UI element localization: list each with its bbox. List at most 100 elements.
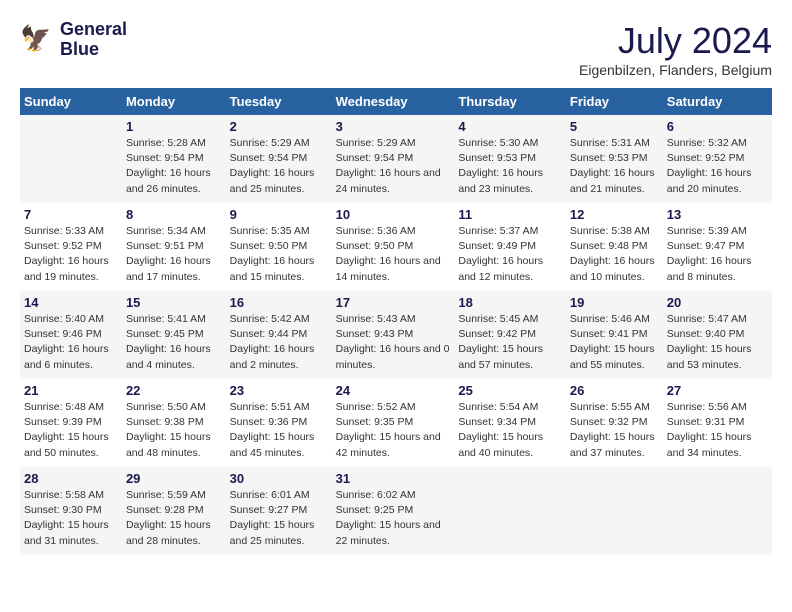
day-info: Sunrise: 5:46 AM Sunset: 9:41 PM Dayligh… <box>570 312 659 373</box>
calendar-cell <box>566 467 663 555</box>
day-number: 25 <box>458 383 562 398</box>
weekday-header-wednesday: Wednesday <box>332 88 455 115</box>
day-info: Sunrise: 5:47 AM Sunset: 9:40 PM Dayligh… <box>667 312 768 373</box>
day-number: 24 <box>336 383 451 398</box>
calendar-cell: 27Sunrise: 5:56 AM Sunset: 9:31 PM Dayli… <box>663 379 772 467</box>
day-info: Sunrise: 5:29 AM Sunset: 9:54 PM Dayligh… <box>230 136 328 197</box>
day-number: 9 <box>230 207 328 222</box>
day-number: 29 <box>126 471 222 486</box>
weekday-header-saturday: Saturday <box>663 88 772 115</box>
day-number: 8 <box>126 207 222 222</box>
weekday-header-row: SundayMondayTuesdayWednesdayThursdayFrid… <box>20 88 772 115</box>
calendar-cell: 1 Sunrise: 5:28 AM Sunset: 9:54 PM Daylig… <box>122 115 226 203</box>
calendar-cell: 2 Sunrise: 5:29 AM Sunset: 9:54 PM Daylig… <box>226 115 332 203</box>
calendar-cell: 26 Sunrise: 5:55 AM Sunset: 9:32 PM Dayli… <box>566 379 663 467</box>
day-number: 21 <box>24 383 118 398</box>
title-block: July 2024 Eigenbilzen, Flanders, Belgium <box>579 20 772 78</box>
day-number: 26 <box>570 383 659 398</box>
calendar-cell: 10Sunrise: 5:36 AM Sunset: 9:50 PM Dayli… <box>332 203 455 291</box>
day-number: 22 <box>126 383 222 398</box>
calendar-cell: 6 Sunrise: 5:32 AM Sunset: 9:52 PM Daylig… <box>663 115 772 203</box>
day-info: Sunrise: 5:37 AM Sunset: 9:49 PM Dayligh… <box>458 224 562 285</box>
calendar-cell: 22 Sunrise: 5:50 AM Sunset: 9:38 PM Dayli… <box>122 379 226 467</box>
calendar-cell: 4 Sunrise: 5:30 AM Sunset: 9:53 PM Daylig… <box>454 115 566 203</box>
day-info: Sunrise: 5:55 AM Sunset: 9:32 PM Dayligh… <box>570 400 659 461</box>
day-number: 23 <box>230 383 328 398</box>
calendar-cell: 29Sunrise: 5:59 AM Sunset: 9:28 PM Dayli… <box>122 467 226 555</box>
day-info: Sunrise: 5:28 AM Sunset: 9:54 PM Dayligh… <box>126 136 222 197</box>
day-info: Sunrise: 5:31 AM Sunset: 9:53 PM Dayligh… <box>570 136 659 197</box>
calendar-table: SundayMondayTuesdayWednesdayThursdayFrid… <box>20 88 772 555</box>
day-info: Sunrise: 5:43 AM Sunset: 9:43 PM Dayligh… <box>336 312 451 373</box>
calendar-cell: 20 Sunrise: 5:47 AM Sunset: 9:40 PM Dayli… <box>663 291 772 379</box>
day-number: 30 <box>230 471 328 486</box>
day-number: 1 <box>126 119 222 134</box>
day-number: 16 <box>230 295 328 310</box>
day-info: Sunrise: 5:36 AM Sunset: 9:50 PM Dayligh… <box>336 224 451 285</box>
calendar-cell: 30 Sunrise: 6:01 AM Sunset: 9:27 PM Dayli… <box>226 467 332 555</box>
week-row-2: 7 Sunrise: 5:33 AM Sunset: 9:52 PM Daylig… <box>20 203 772 291</box>
day-info: Sunrise: 5:52 AM Sunset: 9:35 PM Dayligh… <box>336 400 451 461</box>
day-number: 2 <box>230 119 328 134</box>
week-row-3: 14 Sunrise: 5:40 AM Sunset: 9:46 PM Dayli… <box>20 291 772 379</box>
calendar-cell: 31Sunrise: 6:02 AM Sunset: 9:25 PM Dayli… <box>332 467 455 555</box>
calendar-cell: 12 Sunrise: 5:38 AM Sunset: 9:48 PM Dayli… <box>566 203 663 291</box>
day-number: 3 <box>336 119 451 134</box>
calendar-cell: 13Sunrise: 5:39 AM Sunset: 9:47 PM Dayli… <box>663 203 772 291</box>
day-info: Sunrise: 5:32 AM Sunset: 9:52 PM Dayligh… <box>667 136 768 197</box>
week-row-4: 21Sunrise: 5:48 AM Sunset: 9:39 PM Dayli… <box>20 379 772 467</box>
calendar-cell: 17 Sunrise: 5:43 AM Sunset: 9:43 PM Dayli… <box>332 291 455 379</box>
day-info: Sunrise: 5:39 AM Sunset: 9:47 PM Dayligh… <box>667 224 768 285</box>
calendar-cell: 21Sunrise: 5:48 AM Sunset: 9:39 PM Dayli… <box>20 379 122 467</box>
calendar-cell <box>663 467 772 555</box>
day-number: 17 <box>336 295 451 310</box>
weekday-header-friday: Friday <box>566 88 663 115</box>
day-number: 12 <box>570 207 659 222</box>
day-number: 14 <box>24 295 118 310</box>
day-info: Sunrise: 5:34 AM Sunset: 9:51 PM Dayligh… <box>126 224 222 285</box>
day-number: 4 <box>458 119 562 134</box>
weekday-header-thursday: Thursday <box>454 88 566 115</box>
day-number: 6 <box>667 119 768 134</box>
day-info: Sunrise: 5:30 AM Sunset: 9:53 PM Dayligh… <box>458 136 562 197</box>
day-info: Sunrise: 6:02 AM Sunset: 9:25 PM Dayligh… <box>336 488 451 549</box>
day-info: Sunrise: 5:45 AM Sunset: 9:42 PM Dayligh… <box>458 312 562 373</box>
day-info: Sunrise: 5:51 AM Sunset: 9:36 PM Dayligh… <box>230 400 328 461</box>
day-info: Sunrise: 5:40 AM Sunset: 9:46 PM Dayligh… <box>24 312 118 373</box>
calendar-cell: 28Sunrise: 5:58 AM Sunset: 9:30 PM Dayli… <box>20 467 122 555</box>
calendar-cell: 8 Sunrise: 5:34 AM Sunset: 9:51 PM Daylig… <box>122 203 226 291</box>
calendar-cell: 7 Sunrise: 5:33 AM Sunset: 9:52 PM Daylig… <box>20 203 122 291</box>
calendar-cell: 18 Sunrise: 5:45 AM Sunset: 9:42 PM Dayli… <box>454 291 566 379</box>
location: Eigenbilzen, Flanders, Belgium <box>579 62 772 78</box>
day-info: Sunrise: 5:41 AM Sunset: 9:45 PM Dayligh… <box>126 312 222 373</box>
day-info: Sunrise: 5:29 AM Sunset: 9:54 PM Dayligh… <box>336 136 451 197</box>
svg-text:🦅: 🦅 <box>20 23 51 53</box>
day-number: 18 <box>458 295 562 310</box>
logo-icon: 🦅 <box>20 22 56 58</box>
weekday-header-monday: Monday <box>122 88 226 115</box>
page-header: 🦅 General Blue July 2024 Eigenbilzen, Fl… <box>20 20 772 78</box>
day-info: Sunrise: 5:50 AM Sunset: 9:38 PM Dayligh… <box>126 400 222 461</box>
calendar-cell: 11 Sunrise: 5:37 AM Sunset: 9:49 PM Dayli… <box>454 203 566 291</box>
day-number: 15 <box>126 295 222 310</box>
day-number: 11 <box>458 207 562 222</box>
calendar-cell: 25Sunrise: 5:54 AM Sunset: 9:34 PM Dayli… <box>454 379 566 467</box>
calendar-cell: 24 Sunrise: 5:52 AM Sunset: 9:35 PM Dayli… <box>332 379 455 467</box>
calendar-cell: 3 Sunrise: 5:29 AM Sunset: 9:54 PM Daylig… <box>332 115 455 203</box>
day-number: 27 <box>667 383 768 398</box>
day-number: 19 <box>570 295 659 310</box>
day-number: 28 <box>24 471 118 486</box>
calendar-cell: 23 Sunrise: 5:51 AM Sunset: 9:36 PM Dayli… <box>226 379 332 467</box>
day-info: Sunrise: 5:33 AM Sunset: 9:52 PM Dayligh… <box>24 224 118 285</box>
weekday-header-tuesday: Tuesday <box>226 88 332 115</box>
day-info: Sunrise: 5:42 AM Sunset: 9:44 PM Dayligh… <box>230 312 328 373</box>
logo: 🦅 General Blue <box>20 20 127 60</box>
week-row-1: 1 Sunrise: 5:28 AM Sunset: 9:54 PM Daylig… <box>20 115 772 203</box>
day-info: Sunrise: 5:38 AM Sunset: 9:48 PM Dayligh… <box>570 224 659 285</box>
calendar-cell: 5Sunrise: 5:31 AM Sunset: 9:53 PM Daylig… <box>566 115 663 203</box>
day-number: 20 <box>667 295 768 310</box>
calendar-cell: 9Sunrise: 5:35 AM Sunset: 9:50 PM Daylig… <box>226 203 332 291</box>
day-number: 7 <box>24 207 118 222</box>
day-info: Sunrise: 6:01 AM Sunset: 9:27 PM Dayligh… <box>230 488 328 549</box>
weekday-header-sunday: Sunday <box>20 88 122 115</box>
